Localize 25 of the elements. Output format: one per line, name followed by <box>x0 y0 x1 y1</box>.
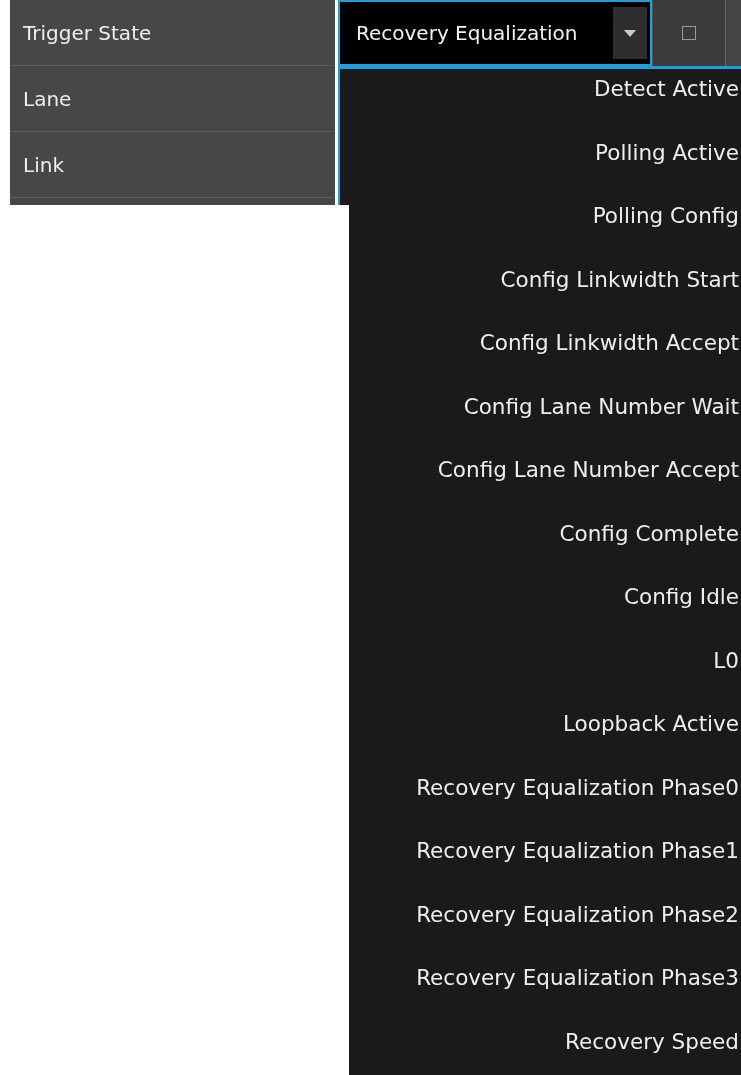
dropdown-option[interactable]: Config Lane Number Accept <box>437 458 739 482</box>
toolbar-edge <box>725 0 741 66</box>
checkbox[interactable] <box>682 26 696 40</box>
caret-icon <box>624 29 636 37</box>
state-dropdown[interactable]: Recovery Equalization <box>338 0 652 66</box>
dropdown-button[interactable] <box>613 7 647 59</box>
dropdown-option[interactable]: Config Lane Number Wait <box>463 394 739 419</box>
dropdown-option[interactable]: Loopback Active <box>563 712 739 736</box>
dropdown-option[interactable]: Config Linkwidth Start <box>500 267 739 292</box>
dropdown-option[interactable]: Config Complete <box>559 521 739 546</box>
dropdown-option[interactable]: Recovery Equalization Phase3 <box>416 966 739 990</box>
dropdown-option[interactable]: Detect Active <box>593 77 739 101</box>
property-label: Lane <box>23 86 72 111</box>
dropdown-option[interactable]: L0 <box>713 648 739 673</box>
dropdown-option[interactable]: Config Linkwidth Accept <box>479 331 739 355</box>
checkbox-button[interactable] <box>652 0 725 66</box>
property-label: Link <box>23 152 64 177</box>
dropdown-option[interactable]: Recovery Equalization Phase1 <box>416 839 739 863</box>
dropdown-option[interactable]: Recovery Equalization Phase0 <box>416 775 739 800</box>
dropdown-option[interactable]: Polling Active <box>595 140 739 165</box>
dropdown-option[interactable]: Polling Config <box>592 204 739 228</box>
property-label: Trigger State <box>23 20 152 45</box>
dropdown-option[interactable]: Recovery Speed <box>565 1029 739 1054</box>
dropdown-option[interactable]: Config Idle <box>624 585 739 609</box>
dropdown-option[interactable]: Recovery Equalization Phase2 <box>416 902 739 927</box>
